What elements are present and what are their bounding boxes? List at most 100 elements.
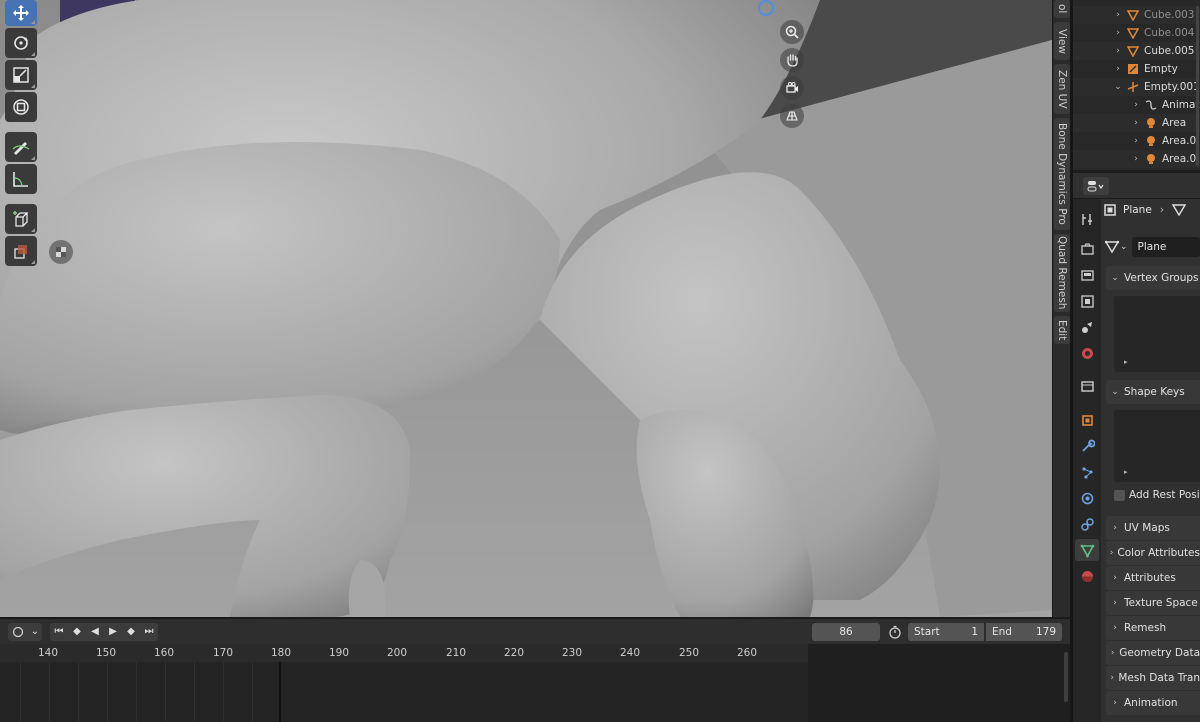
add-rest-position-row[interactable]: Add Rest Positio	[1114, 489, 1200, 501]
panel-geometry-data[interactable]: › Geometry Data	[1106, 641, 1200, 665]
tab-edit[interactable]: Edit	[1054, 316, 1070, 344]
jump-start-button[interactable]: ⏮	[50, 622, 68, 641]
expand-icon[interactable]: ›	[1131, 100, 1141, 110]
expand-icon[interactable]: ›	[1131, 118, 1141, 128]
panel-shape-keys[interactable]: ⌄ Shape Keys	[1106, 380, 1200, 404]
outliner-row-area-0b[interactable]: › Area.0	[1073, 150, 1200, 168]
tab-view[interactable]: View	[1054, 22, 1070, 60]
outliner-row-area[interactable]: › Area	[1073, 114, 1200, 132]
expand-icon[interactable]: ›	[1113, 64, 1123, 74]
outliner-row-animation[interactable]: › Animat	[1073, 96, 1200, 114]
camera-icon	[786, 82, 798, 93]
empty-axes-icon	[1126, 80, 1140, 94]
tab-constraints[interactable]	[1075, 513, 1099, 535]
extrude-tool-button[interactable]	[5, 236, 37, 266]
keying-button[interactable]	[8, 622, 28, 641]
tab-modifiers[interactable]	[1075, 435, 1099, 457]
outliner-scrollbar[interactable]	[1196, 6, 1199, 166]
measure-tool-button[interactable]	[5, 164, 37, 194]
tab-mesh-data[interactable]	[1075, 539, 1099, 561]
frame-ruler[interactable]: 140 150 160 170 180 190 200 210 220 230 …	[0, 644, 808, 662]
resize-handle-icon[interactable]: ▸	[1124, 468, 1128, 476]
keying-dropdown[interactable]: ⌄	[28, 622, 42, 641]
transform-tool-button[interactable]	[5, 92, 37, 122]
outliner-row-empty[interactable]: › Empty	[1073, 60, 1200, 78]
panel-collapsed-icon: ›	[1110, 648, 1115, 658]
editor-type-button[interactable]	[1083, 177, 1109, 195]
tab-view-layer[interactable]	[1075, 290, 1099, 312]
panel-color-attributes[interactable]: › Color Attributes	[1106, 541, 1200, 565]
tab-quad-remesh[interactable]: Quad Remesh	[1054, 234, 1070, 312]
current-frame-field[interactable]: 86	[812, 622, 880, 641]
mesh-icon	[1126, 26, 1140, 40]
tab-scene[interactable]	[1075, 316, 1099, 338]
panel-uv-maps[interactable]: › UV Maps	[1106, 516, 1200, 540]
move-tool-button[interactable]	[5, 0, 37, 26]
tab-collection[interactable]	[1075, 375, 1099, 397]
3d-viewport[interactable]	[0, 0, 1052, 617]
tab-bone-dynamics-pro[interactable]: Bone Dynamics Pro	[1054, 118, 1070, 230]
zoom-button[interactable]	[780, 20, 804, 44]
panel-mesh-data-transfer[interactable]: › Mesh Data Tran	[1106, 666, 1200, 690]
expand-icon[interactable]: ›	[1131, 154, 1141, 164]
add-cube-icon	[13, 211, 29, 227]
tab-world[interactable]	[1075, 342, 1099, 364]
next-keyframe-button[interactable]: ◆	[122, 622, 140, 641]
outliner-row-cube-003[interactable]: › Cube.003	[1073, 6, 1200, 24]
mesh-name-field[interactable]: Plane	[1131, 237, 1200, 257]
play-button[interactable]: ▶	[104, 622, 122, 641]
outliner-row-empty-001[interactable]: ⌄ Empty.001	[1073, 78, 1200, 96]
jump-end-button[interactable]: ⏭	[140, 622, 158, 641]
panel-title: Shape Keys	[1124, 386, 1185, 398]
tab-zen-uv[interactable]: Zen UV	[1054, 64, 1070, 114]
shape-keys-list[interactable]: ▸	[1114, 410, 1200, 482]
preview-range-button[interactable]	[886, 623, 904, 641]
collapse-icon[interactable]: ⌄	[1113, 82, 1123, 92]
tab-object[interactable]	[1075, 409, 1099, 431]
resize-handle-icon[interactable]: ▸	[1124, 358, 1128, 366]
panel-animation[interactable]: › Animation	[1106, 691, 1200, 715]
start-frame-field[interactable]: Start 1	[908, 622, 984, 641]
expand-icon[interactable]: ›	[1113, 28, 1123, 38]
rotate-tool-button[interactable]	[5, 28, 37, 58]
tab-tool-settings[interactable]	[1075, 208, 1099, 230]
tab-physics[interactable]	[1075, 487, 1099, 509]
expand-icon[interactable]: ›	[1131, 136, 1141, 146]
add-rest-position-checkbox[interactable]	[1114, 489, 1125, 501]
annotate-tool-button[interactable]	[5, 132, 37, 162]
outliner[interactable]: › Cube.003 › Cube.004 › Cube.005 › Empty…	[1073, 0, 1200, 170]
expand-icon[interactable]: ›	[1113, 10, 1123, 20]
ortho-toggle-button[interactable]	[780, 104, 804, 128]
timeline-area[interactable]: 140 150 160 170 180 190 200 210 220 230 …	[0, 644, 1070, 722]
tab-render[interactable]	[1075, 238, 1099, 260]
add-cube-tool-button[interactable]	[5, 204, 37, 234]
panel-remesh[interactable]: › Remesh	[1106, 616, 1200, 640]
timeline-scrollbar[interactable]	[1064, 652, 1068, 702]
tab-particles[interactable]	[1075, 461, 1099, 483]
checker-overlay-button[interactable]	[49, 240, 73, 264]
viewport-scene[interactable]	[0, 0, 1052, 617]
pan-button[interactable]	[780, 48, 804, 72]
scale-tool-button[interactable]	[5, 60, 37, 90]
tab-material[interactable]	[1075, 565, 1099, 587]
timeline-tracks[interactable]	[0, 662, 808, 722]
vertex-groups-list[interactable]: ▸	[1114, 296, 1200, 372]
outliner-row-area-0[interactable]: › Area.0	[1073, 132, 1200, 150]
panel-texture-space[interactable]: › Texture Space	[1106, 591, 1200, 615]
camera-view-button[interactable]	[780, 76, 804, 100]
expand-icon[interactable]: ›	[1113, 46, 1123, 56]
outliner-row-cube-004[interactable]: › Cube.004	[1073, 24, 1200, 42]
play-reverse-button[interactable]: ◀	[86, 622, 104, 641]
tab-output[interactable]	[1075, 264, 1099, 286]
play-icon: ▶	[109, 626, 117, 637]
end-frame-field[interactable]: End 179	[986, 622, 1062, 641]
prev-keyframe-button[interactable]: ◆	[68, 622, 86, 641]
panel-vertex-groups[interactable]: ⌄ Vertex Groups	[1106, 266, 1200, 290]
world-icon	[1081, 347, 1093, 359]
outliner-row-cube-005[interactable]: › Cube.005	[1073, 42, 1200, 60]
panel-collapsed-icon: ›	[1109, 548, 1114, 558]
mesh-browse-button[interactable]: ⌄	[1105, 240, 1128, 254]
outliner-label: Area.0	[1162, 135, 1197, 147]
tab-tool[interactable]: ol	[1054, 0, 1070, 18]
panel-attributes[interactable]: › Attributes	[1106, 566, 1200, 590]
